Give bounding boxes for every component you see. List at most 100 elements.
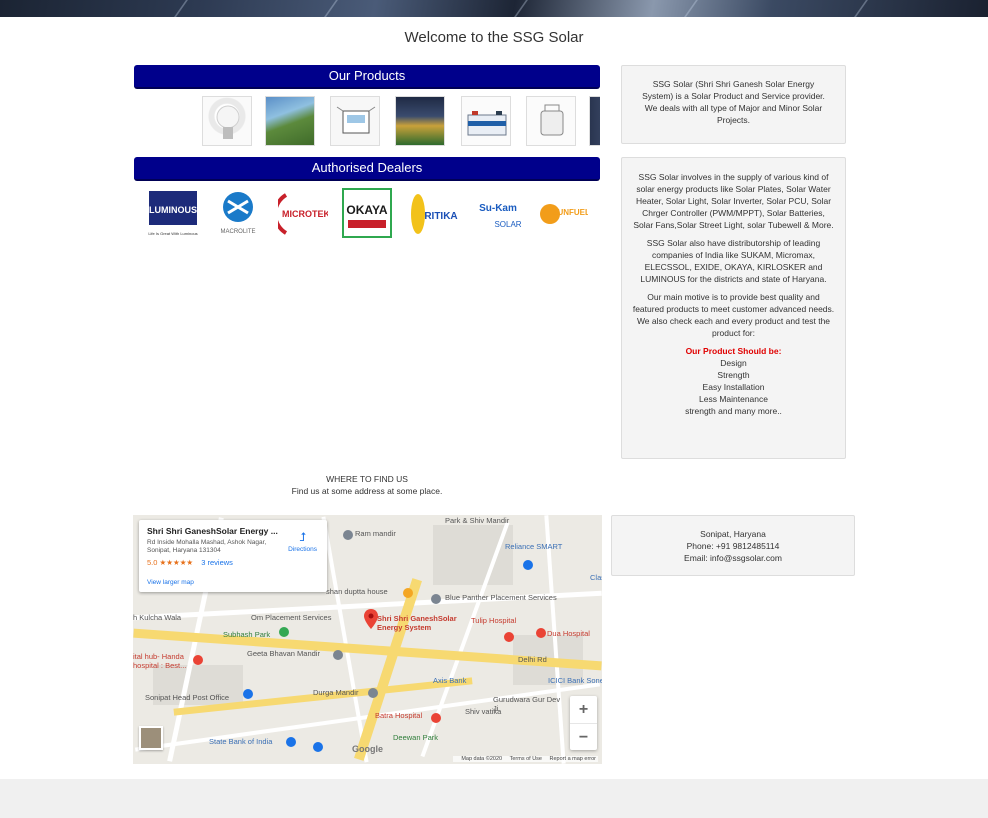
svg-text:RITIKA: RITIKA (424, 211, 457, 222)
map-label-duptta: shan duptta house (326, 587, 388, 596)
dealers-carousel[interactable]: LUMINOUS Life Is Great With Luminous MACR… (134, 188, 600, 238)
should-be-heading: Our Product Should be: (685, 346, 782, 356)
page-title: Welcome to the SSG Solar (404, 29, 584, 46)
poi-subhash-park[interactable] (279, 627, 289, 637)
map-label-durga: Durga Mandir (313, 688, 359, 697)
dealers-heading: Authorised Dealers (134, 157, 600, 181)
map-label-geeta: Geeta Bhavan Mandir (247, 649, 320, 658)
map-label-tulip: Tulip Hospital (471, 616, 517, 625)
rating-value: 5.0 (147, 558, 158, 567)
street-view-thumbnail[interactable] (139, 726, 163, 750)
poi-tulip[interactable] (504, 632, 514, 642)
map-label-om-placement: Om Placement Services (251, 613, 332, 622)
quality-item: Easy Installation (702, 382, 765, 392)
map-place-address: Rd Inside Mohalla Mashad, Ashok Nagar, S… (147, 539, 267, 554)
dealer-logo-luminous[interactable]: LUMINOUS Life Is Great With Luminous (147, 188, 198, 238)
zoom-controls: + − (570, 696, 597, 750)
quality-item: Strength (717, 370, 750, 380)
product-solar-lantern[interactable] (526, 96, 576, 146)
details-para-3b: We also check each and every product and… (636, 316, 831, 338)
map-label-dua: Dua Hospital (547, 629, 590, 638)
quality-item: strength and many more.. (685, 406, 782, 416)
poi-batra[interactable] (431, 713, 441, 723)
map-label-reliance: Reliance SMART (505, 542, 563, 551)
details-para-1: SSG Solar involves in the supply of vari… (633, 172, 834, 230)
terms-link[interactable]: Terms of Use (510, 756, 542, 762)
product-solar-panel[interactable] (589, 96, 600, 146)
contact-email: Email: info@ssgsolar.com (684, 553, 782, 563)
product-solar-street-light[interactable] (395, 96, 445, 146)
map-footer: Map data ©2020 Terms of Use Report a map… (453, 756, 598, 762)
products-carousel[interactable] (134, 96, 600, 146)
directions-icon: ⮥ (299, 530, 307, 544)
product-solar-inverter[interactable] (330, 96, 380, 146)
zoom-out-button[interactable]: − (570, 723, 597, 750)
embedded-map[interactable]: Park & Shiv Mandir Ram mandir Reliance S… (133, 515, 602, 764)
map-label-gurudwara: Gurudwara Gur Dev Ji (493, 695, 561, 713)
directions-button[interactable]: ⮥ Directions (288, 530, 317, 553)
dealer-logo-macrolite[interactable]: MACROLITE (212, 188, 262, 238)
contact-box: Sonipat, Haryana Phone: +91 9812485114 E… (611, 515, 855, 576)
map-label-blue-panther: Blue Panther Placement Services (445, 593, 557, 602)
map-label-clas: Clas (590, 573, 602, 582)
map-label-axis: Axis Bank (433, 676, 467, 685)
poi-reliance[interactable] (523, 560, 533, 570)
dealer-logo-sukam[interactable]: Su-Kam SOLAR (472, 188, 522, 238)
about-box: SSG Solar (Shri Shri Ganesh Solar Energy… (621, 65, 846, 144)
product-solar-water-heater[interactable] (265, 96, 315, 146)
poi-bank-2[interactable] (313, 742, 323, 752)
quality-item: Less Maintenance (699, 394, 768, 404)
map-label-handa: ital hub- Handa hospital : Best... (133, 652, 187, 670)
map-label-delhi-rd: Delhi Rd (518, 655, 547, 664)
poi-sbi[interactable] (286, 737, 296, 747)
details-para-2: SSG Solar also have distributorship of l… (640, 238, 827, 284)
svg-text:MICROTEK: MICROTEK (282, 209, 328, 219)
poi-dua[interactable] (536, 628, 546, 638)
map-label-subhash-park: Subhash Park (223, 630, 271, 639)
svg-text:SUNFUEL: SUNFUEL (552, 208, 588, 217)
reviews-link[interactable]: 3 reviews (201, 558, 233, 567)
about-text: SSG Solar (Shri Shri Ganesh Solar Energy… (642, 79, 825, 125)
product-solar-batteries[interactable] (461, 96, 511, 146)
details-box: SSG Solar involves in the supply of vari… (621, 157, 846, 459)
map-label-sbi: State Bank of India (209, 737, 273, 746)
poi-duptta[interactable] (403, 588, 413, 598)
dealer-logo-sunfuel[interactable]: SUNFUEL (537, 188, 590, 238)
map-label-post-office: Sonipat Head Post Office (145, 693, 230, 702)
poi-post-office[interactable] (243, 689, 253, 699)
product-led-bulb[interactable] (202, 96, 252, 146)
map-label-pin: Shri Shri GaneshSolar Energy System (377, 614, 457, 632)
map-label-batra: Batra Hospital (375, 711, 423, 720)
poi-geeta[interactable] (333, 650, 343, 660)
dealer-logo-ritika[interactable]: RITIKA (407, 188, 458, 238)
dealer-logo-okaya[interactable]: OKAYA (342, 188, 392, 238)
svg-text:Life Is Great With Luminous: Life Is Great With Luminous (148, 231, 197, 236)
find-us-section: WHERE TO FIND US Find us at some address… (134, 473, 600, 497)
report-error-link[interactable]: Report a map error (550, 756, 596, 762)
find-us-heading: WHERE TO FIND US (326, 474, 408, 484)
contact-phone: Phone: +91 9812485114 (686, 541, 780, 551)
rating-stars: ★★★★★ (159, 558, 194, 567)
poi-handa[interactable] (193, 655, 203, 665)
directions-label: Directions (288, 546, 317, 553)
poi-durga[interactable] (368, 688, 378, 698)
google-logo: Google (352, 744, 383, 754)
page-footer (0, 779, 988, 818)
svg-text:Su-Kam: Su-Kam (479, 203, 517, 214)
map-label-park-shiv: Park & Shiv Mandir (445, 516, 510, 525)
map-data-text: Map data ©2020 (461, 756, 503, 762)
zoom-in-button[interactable]: + (570, 696, 597, 723)
dealer-logo-microtek[interactable]: MICROTEK (273, 188, 330, 238)
hero-banner-strip (0, 0, 988, 17)
poi-blue-panther[interactable] (431, 594, 441, 604)
poi-ram-mandir[interactable] (343, 530, 353, 540)
map-label-deewan: Deewan Park (393, 733, 439, 742)
products-heading: Our Products (134, 65, 600, 89)
quality-item: Design (720, 358, 747, 368)
svg-text:LUMINOUS: LUMINOUS (149, 205, 197, 215)
svg-text:MACROLITE: MACROLITE (220, 229, 255, 235)
contact-city: Sonipat, Haryana (700, 529, 766, 539)
view-larger-map-link[interactable]: View larger map (147, 579, 194, 586)
map-place-card: Shri Shri GaneshSolar Energy ... Rd Insi… (139, 520, 327, 592)
find-us-text: Find us at some address at some place. (291, 486, 443, 496)
